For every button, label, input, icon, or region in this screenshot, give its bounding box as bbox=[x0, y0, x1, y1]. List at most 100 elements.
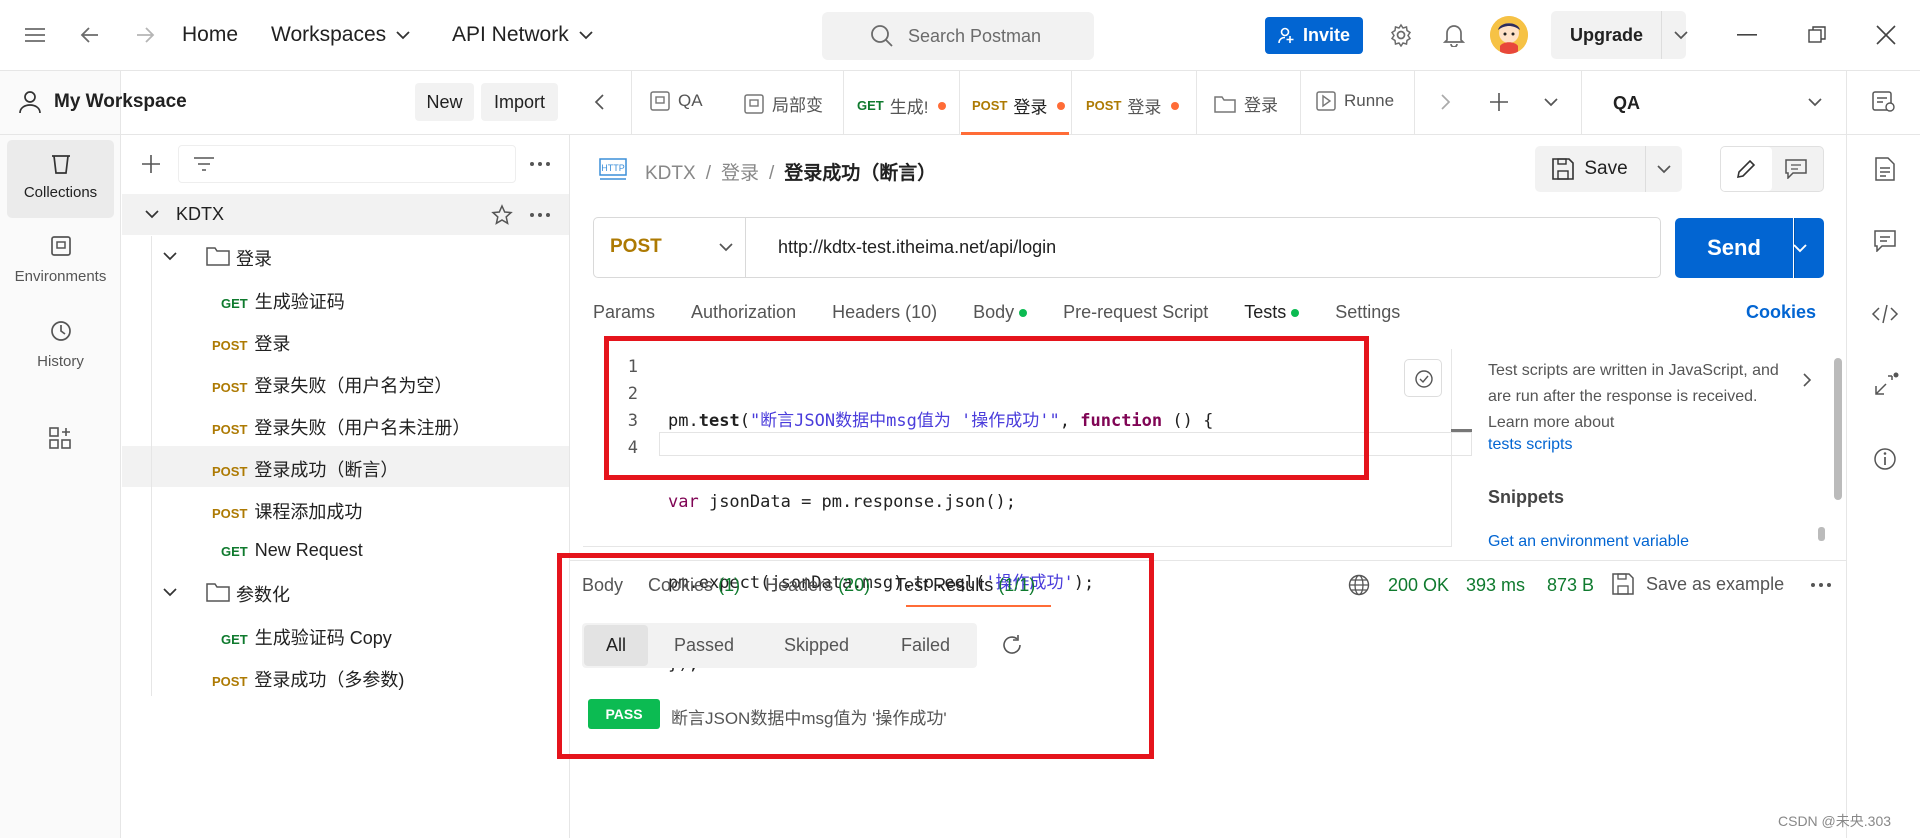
code-token: jsonData = pm.response.json(); bbox=[698, 492, 1016, 512]
tree-item[interactable]: POST 课程添加成功 bbox=[212, 498, 362, 524]
new-tab-icon[interactable] bbox=[1489, 92, 1509, 112]
documentation-icon[interactable] bbox=[1874, 157, 1896, 181]
api-network-menu[interactable]: API Network bbox=[452, 23, 593, 47]
star-icon[interactable] bbox=[491, 204, 513, 226]
tree-item[interactable]: POST 登录成功（多参数) bbox=[212, 666, 404, 692]
tab-label: 生成! bbox=[889, 98, 929, 117]
floppy-disk-icon bbox=[1612, 573, 1634, 595]
ai-assist-button[interactable] bbox=[1404, 359, 1442, 397]
tab-params[interactable]: Params bbox=[593, 302, 655, 323]
workspaces-menu[interactable]: Workspaces bbox=[271, 23, 410, 47]
back-arrow-icon[interactable] bbox=[80, 26, 100, 44]
new-button[interactable]: New bbox=[415, 83, 474, 121]
tests-scripts-link[interactable]: tests scripts bbox=[1488, 436, 1572, 454]
folder-name[interactable]: 登录 bbox=[236, 245, 272, 271]
snippet-link[interactable]: Get an environment variable bbox=[1488, 533, 1689, 551]
tab-post-login[interactable]: POST 登录 bbox=[1086, 93, 1180, 118]
chevron-down-icon[interactable] bbox=[163, 252, 177, 261]
save-options-chevron-icon[interactable] bbox=[1657, 165, 1671, 174]
tab-local-vars[interactable]: 局部变 bbox=[744, 91, 823, 116]
invite-button[interactable]: Invite bbox=[1265, 17, 1363, 54]
chevron-down-icon[interactable] bbox=[163, 588, 177, 597]
tree-item[interactable]: POST 登录失败（用户名为空） bbox=[212, 372, 452, 398]
add-collection-icon[interactable] bbox=[141, 154, 161, 174]
tab-tests[interactable]: Tests bbox=[1244, 302, 1300, 323]
response-time[interactable]: 393 ms bbox=[1466, 575, 1525, 596]
breadcrumb-folder[interactable]: 登录 bbox=[721, 158, 759, 185]
import-button[interactable]: Import bbox=[481, 83, 558, 121]
sidebar-more-icon[interactable] bbox=[529, 161, 551, 167]
restore-icon[interactable] bbox=[1808, 26, 1826, 44]
tree-item[interactable]: GET New Request bbox=[221, 540, 363, 561]
tab-qa[interactable]: QA bbox=[650, 91, 703, 111]
home-link[interactable]: Home bbox=[182, 23, 238, 47]
help-scrollbar[interactable] bbox=[1834, 358, 1842, 500]
search-icon bbox=[871, 25, 893, 47]
response-more-icon[interactable] bbox=[1810, 582, 1832, 588]
tab-headers[interactable]: Headers (10) bbox=[832, 302, 937, 323]
search-box[interactable]: Search Postman bbox=[822, 12, 1094, 60]
comments-icon[interactable] bbox=[1874, 230, 1896, 252]
tab-divider bbox=[1196, 71, 1197, 135]
info-icon[interactable] bbox=[1873, 447, 1897, 471]
forward-arrow-icon[interactable] bbox=[135, 26, 155, 44]
configure-sidebar-icon[interactable] bbox=[48, 426, 72, 450]
minimize-icon[interactable] bbox=[1737, 34, 1757, 36]
filter-input[interactable] bbox=[178, 145, 516, 183]
notifications-bell-icon[interactable] bbox=[1443, 23, 1465, 47]
chevron-down-icon bbox=[1808, 98, 1822, 107]
save-example-label: Save as example bbox=[1646, 573, 1785, 594]
tabs-right-icon[interactable] bbox=[1441, 94, 1451, 110]
url-input[interactable]: http://kdtx-test.itheima.net/api/login bbox=[778, 237, 1056, 258]
tree-item[interactable]: POST 登录 bbox=[212, 330, 290, 356]
rail-environments[interactable]: Environments bbox=[7, 228, 114, 306]
breadcrumb: KDTX / 登录 / 登录成功（断言） bbox=[645, 158, 936, 185]
help-expand-icon[interactable] bbox=[1803, 373, 1812, 387]
folder-icon bbox=[1214, 95, 1236, 113]
tab-runner[interactable]: Runne bbox=[1316, 91, 1394, 111]
breadcrumb-collection[interactable]: KDTX bbox=[645, 163, 696, 185]
globe-icon[interactable] bbox=[1348, 574, 1370, 596]
close-window-icon[interactable] bbox=[1876, 25, 1896, 45]
tab-get-captcha[interactable]: GET 生成! bbox=[857, 93, 947, 118]
rail-collections[interactable]: Collections bbox=[7, 140, 114, 218]
upgrade-chevron-icon[interactable] bbox=[1674, 31, 1688, 40]
save-button[interactable]: Save bbox=[1535, 146, 1645, 192]
tab-post-login-active[interactable]: POST 登录 bbox=[972, 93, 1066, 118]
status-code[interactable]: 200 OK bbox=[1388, 575, 1449, 596]
settings-gear-icon[interactable] bbox=[1389, 23, 1413, 47]
unsaved-dot bbox=[1171, 101, 1180, 110]
breadcrumb-current[interactable]: 登录成功（断言） bbox=[784, 158, 936, 185]
tree-item[interactable]: GET 生成验证码 Copy bbox=[221, 624, 392, 650]
related-collections-icon[interactable] bbox=[1872, 372, 1900, 398]
watermark: CSDN @未央.303 bbox=[1778, 813, 1892, 829]
tabs-left-icon[interactable] bbox=[594, 94, 604, 110]
play-icon bbox=[1316, 91, 1336, 111]
tabs-menu-chevron-icon[interactable] bbox=[1544, 98, 1558, 107]
tree-item[interactable]: GET 生成验证码 bbox=[221, 288, 345, 314]
cookies-link[interactable]: Cookies bbox=[1746, 302, 1816, 323]
response-size[interactable]: 873 B bbox=[1547, 575, 1594, 596]
tab-folder-login[interactable]: 登录 bbox=[1214, 91, 1278, 116]
avatar[interactable] bbox=[1490, 16, 1528, 54]
rail-history[interactable]: History bbox=[7, 313, 114, 391]
upgrade-button[interactable]: Upgrade bbox=[1551, 11, 1662, 59]
tree-item[interactable]: POST 登录失败（用户名未注册） bbox=[212, 414, 470, 440]
environment-icon bbox=[744, 93, 764, 114]
tab-body[interactable]: Body bbox=[973, 302, 1028, 323]
comment-mode-icon[interactable] bbox=[1785, 159, 1807, 179]
send-button[interactable]: Send bbox=[1675, 218, 1793, 278]
workspace-name[interactable]: My Workspace bbox=[54, 91, 187, 113]
folder-name[interactable]: 参数化 bbox=[236, 581, 290, 607]
save-example-button[interactable]: Save as example bbox=[1612, 573, 1784, 595]
menu-icon[interactable] bbox=[24, 27, 46, 43]
collection-more-icon[interactable] bbox=[529, 212, 551, 218]
tab-settings[interactable]: Settings bbox=[1335, 302, 1400, 323]
environment-quicklook-icon[interactable] bbox=[1872, 91, 1896, 113]
tab-prerequest-script[interactable]: Pre-request Script bbox=[1063, 302, 1208, 323]
tree-item[interactable]: POST 登录成功（断言） bbox=[212, 456, 398, 482]
chevron-down-icon[interactable] bbox=[145, 210, 159, 219]
trash-can-collections-icon bbox=[52, 155, 70, 174]
code-icon[interactable] bbox=[1871, 303, 1899, 325]
tab-authorization[interactable]: Authorization bbox=[691, 302, 796, 323]
